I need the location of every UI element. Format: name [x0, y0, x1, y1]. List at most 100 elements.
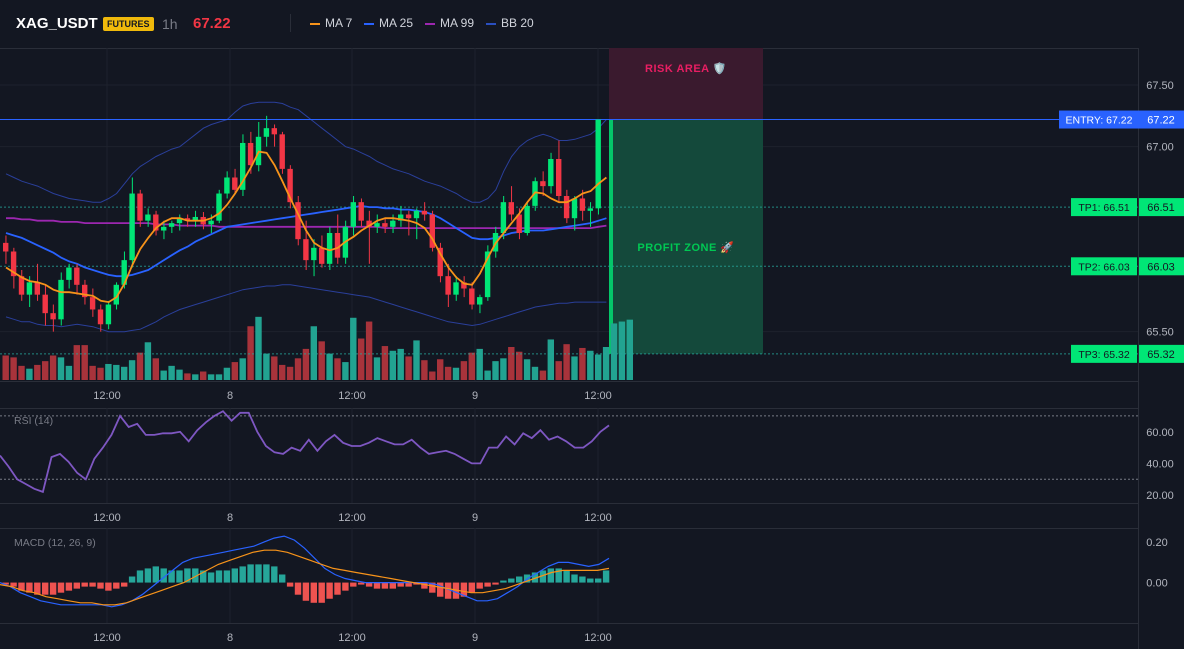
entry-badge-label: ENTRY: 67.22	[1066, 115, 1133, 127]
rsi-title: RSI (14)	[14, 415, 53, 427]
candle-body[interactable]	[168, 223, 175, 227]
candle-body[interactable]	[595, 119, 601, 209]
candle-body[interactable]	[247, 142, 254, 166]
candle-body[interactable]	[74, 267, 80, 285]
candle-body[interactable]	[390, 220, 396, 227]
macd-histogram-bar	[176, 570, 183, 583]
candle-body[interactable]	[271, 128, 277, 135]
candle-body[interactable]	[469, 288, 475, 305]
volume-bar	[421, 360, 428, 380]
candle-body[interactable]	[319, 247, 325, 264]
time-axis-label: 12:00	[338, 512, 366, 524]
candle-body[interactable]	[587, 208, 593, 211]
candle-body[interactable]	[556, 159, 562, 196]
volume-bar	[413, 340, 420, 380]
candle-body[interactable]	[137, 193, 143, 221]
macd-histogram-bar	[516, 576, 523, 583]
time-axis-label: 12:00	[93, 512, 121, 524]
volume-bar	[271, 356, 278, 380]
candle-body[interactable]	[421, 210, 428, 215]
candle-body[interactable]	[571, 198, 578, 219]
macd-histogram-bar	[476, 582, 483, 589]
candle-body[interactable]	[279, 134, 285, 169]
candle-body[interactable]	[334, 233, 341, 258]
candle-body[interactable]	[105, 304, 112, 325]
candle-body[interactable]	[34, 282, 40, 295]
volume-bar	[176, 369, 183, 380]
candle-body[interactable]	[311, 247, 317, 261]
volume-bar	[286, 366, 294, 380]
candle-body[interactable]	[524, 205, 530, 233]
candle-body[interactable]	[500, 202, 507, 233]
macd-histogram-bar	[389, 582, 396, 589]
candle-body[interactable]	[216, 193, 222, 221]
candle-body[interactable]	[26, 282, 33, 295]
candle-body[interactable]	[129, 193, 135, 261]
time-axis-label: 9	[472, 632, 478, 644]
volume-bar	[326, 353, 333, 380]
candle-body[interactable]	[374, 223, 380, 227]
candle-body[interactable]	[97, 309, 104, 325]
volume-bar	[136, 352, 144, 380]
candle-body[interactable]	[548, 159, 554, 187]
volume-bar	[160, 370, 167, 380]
candle-body[interactable]	[232, 177, 238, 190]
candle-body[interactable]	[50, 313, 56, 320]
macd-histogram-bar	[207, 572, 215, 583]
candle-body[interactable]	[224, 177, 230, 194]
candle-body[interactable]	[382, 223, 388, 227]
candle-body[interactable]	[89, 297, 96, 310]
profit-zone[interactable]	[609, 119, 763, 354]
candle-body[interactable]	[295, 202, 301, 240]
volume-bar	[184, 373, 191, 380]
candle-body[interactable]	[579, 198, 586, 211]
volume-bar	[405, 356, 412, 380]
volume-bar	[42, 361, 49, 380]
candle-body[interactable]	[58, 279, 64, 320]
candle-body[interactable]	[42, 294, 48, 314]
candle-body[interactable]	[405, 214, 412, 219]
candle-body[interactable]	[350, 202, 356, 227]
volume-bar	[18, 365, 25, 380]
chart-canvas[interactable]: RISK AREA 🛡️ PROFIT ZONE 🚀 67.50 67.00 65.50…	[0, 0, 1184, 649]
candle-body[interactable]	[326, 233, 333, 264]
macd-histogram-bar	[231, 568, 238, 583]
macd-histogram-bar	[113, 582, 120, 589]
candle-body[interactable]	[263, 128, 270, 137]
candle-body[interactable]	[453, 282, 459, 295]
candle-body[interactable]	[445, 276, 451, 295]
bb-upper-line	[5, 101, 607, 203]
volume-bar	[192, 374, 199, 380]
candle-body[interactable]	[66, 267, 72, 280]
macd-title: MACD (12, 26, 9)	[14, 537, 96, 549]
candle-body[interactable]	[540, 181, 546, 187]
time-axis-label: 9	[472, 390, 478, 402]
volume-bar	[128, 360, 136, 380]
macd-histogram-bar	[342, 582, 349, 591]
time-axis-label: 12:00	[338, 632, 366, 644]
candle-body[interactable]	[358, 202, 364, 221]
risk-zone-label: RISK AREA 🛡️	[645, 62, 727, 75]
price-tick-label: 65.50	[1146, 327, 1174, 339]
time-axis-label: 12:00	[584, 390, 612, 402]
macd-tick-label: 0.20	[1146, 537, 1167, 549]
macd-histogram-bar	[65, 582, 73, 591]
candle-body[interactable]	[508, 202, 514, 215]
macd-histogram-bar	[484, 582, 491, 587]
volume-bar	[429, 371, 436, 380]
candle-body[interactable]	[208, 220, 214, 225]
candle-body[interactable]	[161, 226, 167, 231]
candle-body[interactable]	[477, 297, 483, 305]
risk-zone[interactable]	[609, 48, 763, 120]
candle-body[interactable]	[563, 196, 570, 219]
time-axis-label: 8	[227, 632, 233, 644]
candle-body[interactable]	[303, 239, 309, 261]
macd-histogram-bar	[294, 582, 302, 595]
candle-body[interactable]	[3, 242, 9, 252]
candle-body[interactable]	[145, 214, 151, 221]
macd-histogram-bar	[105, 582, 112, 591]
volume-bar	[595, 354, 602, 380]
candle-body[interactable]	[413, 210, 420, 219]
volume-bar	[121, 366, 128, 380]
bb-lower-line	[5, 284, 607, 333]
